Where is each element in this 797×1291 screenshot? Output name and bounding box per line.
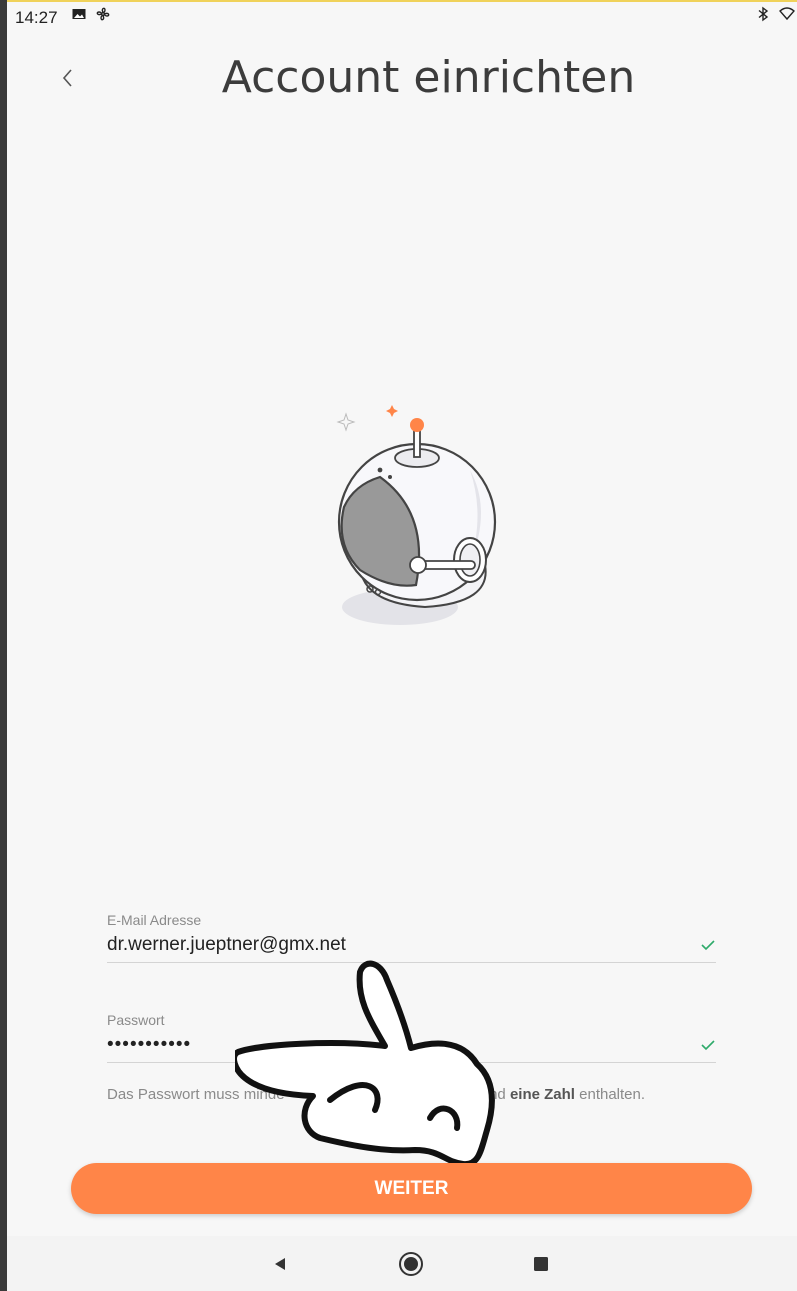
email-value: dr.werner.jueptner@gmx.net: [107, 934, 346, 955]
back-button[interactable]: [50, 58, 84, 98]
wifi-icon: [779, 6, 795, 27]
camera-robot-illustration: [336, 405, 497, 625]
nav-home-button[interactable]: [396, 1249, 426, 1279]
check-icon: [701, 1040, 715, 1051]
email-label: E-Mail Adresse: [107, 912, 202, 928]
password-hint-part3: enthalten.: [574, 1086, 646, 1103]
status-bar: 14:27: [7, 2, 797, 30]
email-input[interactable]: dr.werner.jueptner@gmx.net: [107, 928, 716, 963]
check-icon: [701, 940, 715, 951]
home-circle-icon: [399, 1252, 423, 1276]
recents-square-icon: [534, 1257, 548, 1271]
weiter-button[interactable]: WEITER: [71, 1163, 752, 1214]
nav-recents-button[interactable]: [526, 1249, 556, 1279]
email-field[interactable]: E-Mail Adresse dr.werner.jueptner@gmx.ne…: [107, 912, 716, 963]
status-time: 14:27: [15, 8, 58, 27]
page-title: Account einrichten: [221, 52, 636, 103]
bluetooth-icon: [757, 6, 769, 27]
image-icon: [71, 6, 87, 27]
pointing-hand-overlay: [235, 960, 495, 1168]
navigation-bar: [7, 1236, 797, 1291]
password-hint-bold: eine Zahl: [509, 1086, 575, 1103]
window-edge: [0, 0, 7, 1291]
password-value: •••••••••••: [107, 1034, 192, 1055]
chevron-left-icon: [62, 69, 72, 87]
nav-back-button[interactable]: [265, 1249, 295, 1279]
fan-icon: [95, 6, 111, 27]
back-triangle-icon: [275, 1258, 285, 1270]
